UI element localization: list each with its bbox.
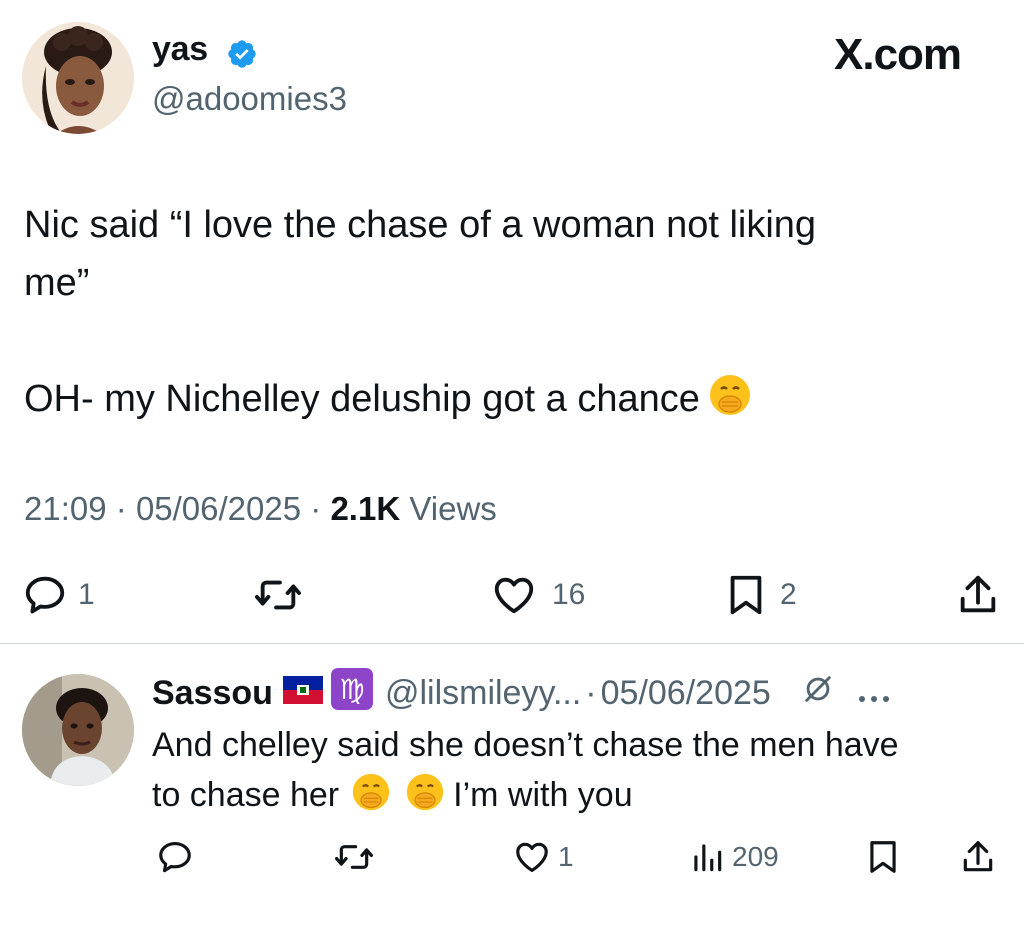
like-icon bbox=[516, 842, 548, 873]
reply-text: And chelley said she doesn’t chase the m… bbox=[152, 720, 1012, 826]
share-icon bbox=[963, 841, 993, 872]
tweet-text-line: OH- my Nichelley deluship got a chance bbox=[24, 370, 984, 434]
tweet-text: Nic said “I love the chase of a woman no… bbox=[24, 196, 984, 434]
reply-text-segment: I’m with you bbox=[453, 776, 633, 814]
site-brand: X.com bbox=[834, 30, 962, 79]
divider bbox=[0, 643, 1024, 644]
author-handle[interactable]: @adoomies3 bbox=[152, 80, 347, 118]
tweet-text-line: Nic said “I love the chase of a woman no… bbox=[24, 204, 817, 246]
reply-like-count: 1 bbox=[558, 841, 574, 872]
tweet-time[interactable]: 21:09 bbox=[24, 490, 107, 527]
grok-icon[interactable] bbox=[801, 672, 835, 715]
more-icon[interactable] bbox=[857, 674, 891, 713]
retweet-icon bbox=[335, 845, 373, 869]
haiti-flag-icon bbox=[282, 674, 323, 713]
author-avatar[interactable] bbox=[22, 22, 134, 134]
share-icon bbox=[960, 575, 996, 613]
reply-bookmark-button[interactable] bbox=[866, 838, 900, 876]
reply-author-avatar[interactable] bbox=[22, 674, 134, 786]
hand-over-mouth-emoji bbox=[708, 373, 752, 434]
reply-header: Sassou ♍ @lilsmileyy... · 05/06/2025 bbox=[152, 668, 891, 719]
tweet-text-line-content: OH- my Nichelley deluship got a chance bbox=[24, 378, 700, 420]
views-count: 2.1K bbox=[330, 490, 401, 527]
bookmark-icon bbox=[870, 841, 896, 873]
hand-over-mouth-emoji bbox=[405, 772, 445, 826]
meta-separator: · bbox=[585, 674, 597, 712]
bookmark-button[interactable]: 2 bbox=[726, 572, 797, 618]
reply-count: 1 bbox=[78, 578, 95, 611]
author-display-name[interactable]: yas bbox=[152, 30, 208, 69]
views-icon bbox=[694, 844, 722, 872]
reply-share-button[interactable] bbox=[960, 838, 996, 876]
reply-retweet-button[interactable] bbox=[332, 838, 376, 876]
reply-author-handle[interactable]: @lilsmileyy... bbox=[385, 674, 581, 713]
reply-date[interactable]: 05/06/2025 bbox=[601, 674, 771, 713]
views-label: Views bbox=[409, 490, 497, 527]
reply-icon bbox=[159, 841, 191, 873]
svg-text:♍: ♍ bbox=[339, 673, 364, 706]
tweet-date[interactable]: 05/06/2025 bbox=[136, 490, 301, 527]
virgo-icon: ♍ bbox=[330, 668, 373, 719]
meta-separator: · bbox=[115, 490, 127, 527]
reply-like-button[interactable]: 1 bbox=[512, 838, 574, 876]
reply-text-line: And chelley said she doesn’t chase the m… bbox=[152, 726, 899, 764]
retweet-icon bbox=[255, 580, 302, 610]
meta-separator: · bbox=[310, 490, 322, 527]
verified-badge-icon bbox=[228, 40, 256, 68]
like-icon bbox=[494, 577, 534, 614]
reply-text-line: to chase her I’m with you bbox=[152, 770, 1012, 826]
reply-views-button[interactable]: 209 bbox=[690, 838, 779, 876]
reply-icon bbox=[25, 576, 65, 614]
reply-button[interactable]: 1 bbox=[22, 572, 95, 618]
like-count: 16 bbox=[552, 578, 586, 611]
reply-author-name[interactable]: Sassou bbox=[152, 674, 273, 713]
reply-text-segment: to chase her bbox=[152, 776, 340, 814]
retweet-button[interactable] bbox=[252, 572, 304, 618]
like-button[interactable]: 16 bbox=[490, 572, 585, 618]
share-button[interactable] bbox=[956, 572, 1000, 618]
bookmark-icon bbox=[730, 575, 762, 615]
hand-over-mouth-emoji bbox=[351, 772, 391, 826]
reply-views-count: 209 bbox=[732, 841, 779, 872]
tweet-text-line: me” bbox=[24, 262, 90, 304]
bookmark-count: 2 bbox=[780, 578, 797, 611]
tweet-meta: 21:09 · 05/06/2025 · 2.1K Views bbox=[24, 490, 497, 528]
reply-reply-button[interactable] bbox=[156, 838, 194, 876]
